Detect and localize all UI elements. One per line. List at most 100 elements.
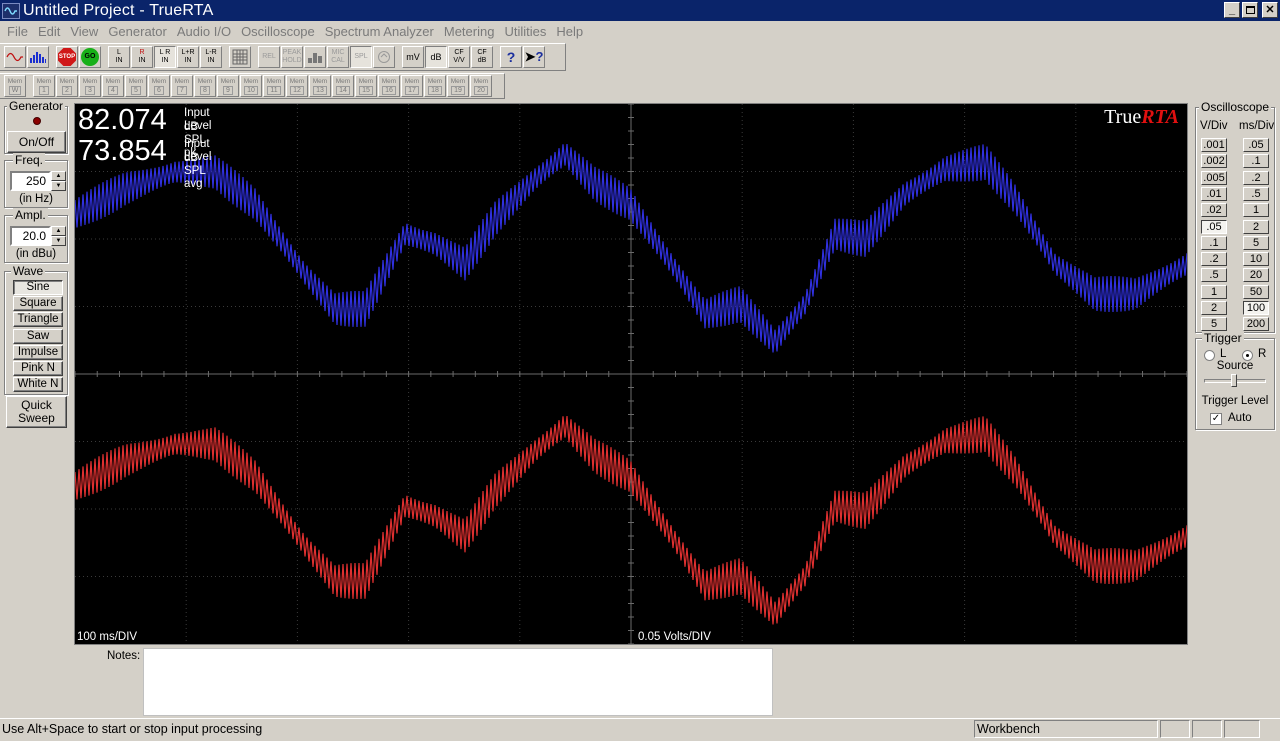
memory-20-button[interactable]: Mem 20 (470, 75, 492, 97)
oscilloscope-view-button[interactable] (4, 46, 26, 68)
memory-write-button[interactable]: Mem W (4, 75, 26, 97)
vdiv-option-button[interactable]: .05 (1201, 219, 1227, 234)
cf-vv-button[interactable]: CF V/V (448, 46, 470, 68)
menu-generator[interactable]: Generator (103, 24, 172, 39)
ampl-spinner[interactable]: ▲ ▼ (51, 226, 66, 246)
menu-view[interactable]: View (65, 24, 103, 39)
memory-18-button[interactable]: Mem 18 (424, 75, 446, 97)
memory-12-button[interactable]: Mem 12 (286, 75, 308, 97)
memory-11-button[interactable]: Mem 11 (263, 75, 285, 97)
quick-sweep-button[interactable]: Quick Sweep (6, 396, 67, 428)
spl-button[interactable]: SPL (350, 46, 372, 68)
spin-up-icon[interactable]: ▲ (51, 171, 66, 181)
minimize-button[interactable]: _ (1224, 2, 1240, 18)
ampl-input[interactable]: 20.0 (10, 226, 51, 246)
vdiv-option-button[interactable]: .01 (1201, 186, 1227, 201)
msdiv-option-button[interactable]: 10 (1243, 252, 1269, 267)
wave-square-button[interactable]: Square (13, 296, 63, 311)
menu-file[interactable]: File (2, 24, 33, 39)
maximize-button[interactable] (1242, 2, 1258, 18)
vdiv-option-button[interactable]: .2 (1201, 252, 1227, 267)
memory-10-button[interactable]: Mem 10 (240, 75, 262, 97)
close-button[interactable]: ✕ (1262, 2, 1278, 18)
trigger-level-slider[interactable] (1204, 374, 1266, 387)
context-help-button[interactable]: ➤? (523, 46, 545, 68)
grid-button[interactable] (229, 46, 251, 68)
vdiv-option-button[interactable]: 1 (1201, 284, 1227, 299)
notes-textarea[interactable] (143, 648, 773, 716)
menu-audio-io[interactable]: Audio I/O (172, 24, 236, 39)
generator-onoff-button[interactable]: On/Off (7, 131, 66, 153)
go-button[interactable]: GO (79, 46, 101, 68)
wave-triangle-button[interactable]: Triangle (13, 312, 63, 327)
freq-spinner[interactable]: ▲ ▼ (51, 171, 66, 191)
vdiv-option-button[interactable]: .5 (1201, 268, 1227, 283)
memory-2-button[interactable]: Mem 2 (56, 75, 78, 97)
memory-17-button[interactable]: Mem 17 (401, 75, 423, 97)
left-minus-right-in-button[interactable]: L-R IN (200, 46, 222, 68)
menu-metering[interactable]: Metering (439, 24, 500, 39)
spectrum-view-button[interactable] (27, 46, 49, 68)
msdiv-option-button[interactable]: 2 (1243, 219, 1269, 234)
rel-button[interactable]: REL (258, 46, 280, 68)
vdiv-option-button[interactable]: .1 (1201, 235, 1227, 250)
help-button[interactable]: ? (500, 46, 522, 68)
mic-cal-button[interactable]: MIC CAL (327, 46, 349, 68)
weighting-button[interactable] (373, 46, 395, 68)
memory-4-button[interactable]: Mem 4 (102, 75, 124, 97)
vdiv-option-button[interactable]: 2 (1201, 301, 1227, 315)
memory-13-button[interactable]: Mem 13 (309, 75, 331, 97)
auto-trigger-checkbox[interactable]: ✓ (1210, 413, 1222, 425)
left-in-button[interactable]: L IN (108, 46, 130, 68)
msdiv-option-button[interactable]: 1 (1243, 203, 1269, 218)
msdiv-option-button[interactable]: .05 (1243, 138, 1269, 152)
memory-5-button[interactable]: Mem 5 (125, 75, 147, 97)
vdiv-option-button[interactable]: .02 (1201, 203, 1227, 218)
app-icon[interactable] (2, 2, 20, 19)
msdiv-option-button[interactable]: .5 (1243, 186, 1269, 201)
oscilloscope-display[interactable]: 82.074 Input Level dB SPL pk 73.854 Inpu… (74, 103, 1188, 645)
memory-19-button[interactable]: Mem 19 (447, 75, 469, 97)
freq-input[interactable]: 250 (10, 171, 51, 191)
bars-button[interactable] (304, 46, 326, 68)
stop-button[interactable]: STOP (56, 46, 78, 68)
memory-8-button[interactable]: Mem 8 (194, 75, 216, 97)
right-in-button[interactable]: R IN (131, 46, 153, 68)
vdiv-option-button[interactable]: .002 (1201, 154, 1227, 169)
wave-pink-noise-button[interactable]: Pink N (13, 361, 63, 376)
msdiv-option-button[interactable]: 100 (1243, 301, 1269, 315)
left-right-in-button[interactable]: L R IN (154, 46, 176, 68)
memory-6-button[interactable]: Mem 6 (148, 75, 170, 97)
menu-oscilloscope[interactable]: Oscilloscope (236, 24, 320, 39)
memory-1-button[interactable]: Mem 1 (33, 75, 55, 97)
left-plus-right-in-button[interactable]: L+R IN (177, 46, 199, 68)
wave-white-noise-button[interactable]: White N (13, 377, 63, 392)
db-button[interactable]: dB (425, 46, 447, 68)
mv-button[interactable]: mV (402, 46, 424, 68)
wave-saw-button[interactable]: Saw (13, 329, 63, 344)
spin-down-icon[interactable]: ▼ (51, 236, 66, 246)
vdiv-option-button[interactable]: 5 (1201, 317, 1227, 332)
wave-sine-button[interactable]: Sine (13, 280, 63, 295)
vdiv-option-button[interactable]: .005 (1201, 170, 1227, 185)
slider-thumb-icon[interactable] (1231, 374, 1237, 387)
memory-14-button[interactable]: Mem 14 (332, 75, 354, 97)
msdiv-option-button[interactable]: .2 (1243, 170, 1269, 185)
msdiv-option-button[interactable]: 50 (1243, 284, 1269, 299)
wave-impulse-button[interactable]: Impulse (13, 345, 63, 360)
menu-utilities[interactable]: Utilities (499, 24, 551, 39)
menu-spectrum-analyzer[interactable]: Spectrum Analyzer (320, 24, 439, 39)
spin-up-icon[interactable]: ▲ (51, 226, 66, 236)
msdiv-option-button[interactable]: 200 (1243, 317, 1269, 332)
vdiv-option-button[interactable]: .001 (1201, 138, 1227, 152)
cf-db-button[interactable]: CF dB (471, 46, 493, 68)
msdiv-option-button[interactable]: 20 (1243, 268, 1269, 283)
spin-down-icon[interactable]: ▼ (51, 181, 66, 191)
memory-9-button[interactable]: Mem 9 (217, 75, 239, 97)
msdiv-option-button[interactable]: 5 (1243, 235, 1269, 250)
memory-15-button[interactable]: Mem 15 (355, 75, 377, 97)
msdiv-option-button[interactable]: .1 (1243, 154, 1269, 169)
menu-help[interactable]: Help (551, 24, 588, 39)
memory-7-button[interactable]: Mem 7 (171, 75, 193, 97)
memory-16-button[interactable]: Mem 16 (378, 75, 400, 97)
